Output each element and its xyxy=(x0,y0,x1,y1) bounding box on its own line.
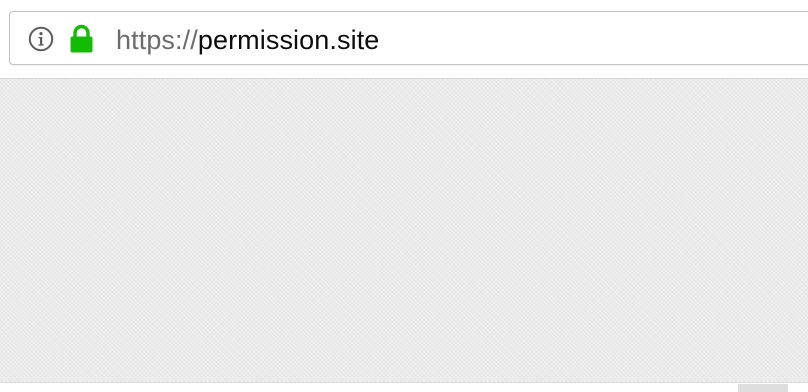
page-content-area[interactable] xyxy=(0,79,808,382)
status-strip-handle xyxy=(738,384,788,392)
url-scheme: https:// xyxy=(116,25,198,55)
url-host: permission.site xyxy=(197,25,380,55)
navigation-toolbar: https://permission.site xyxy=(0,0,808,78)
info-icon[interactable] xyxy=(28,26,54,52)
status-strip xyxy=(0,382,808,392)
url-text[interactable]: https://permission.site xyxy=(116,22,379,58)
lock-icon[interactable] xyxy=(68,24,95,54)
